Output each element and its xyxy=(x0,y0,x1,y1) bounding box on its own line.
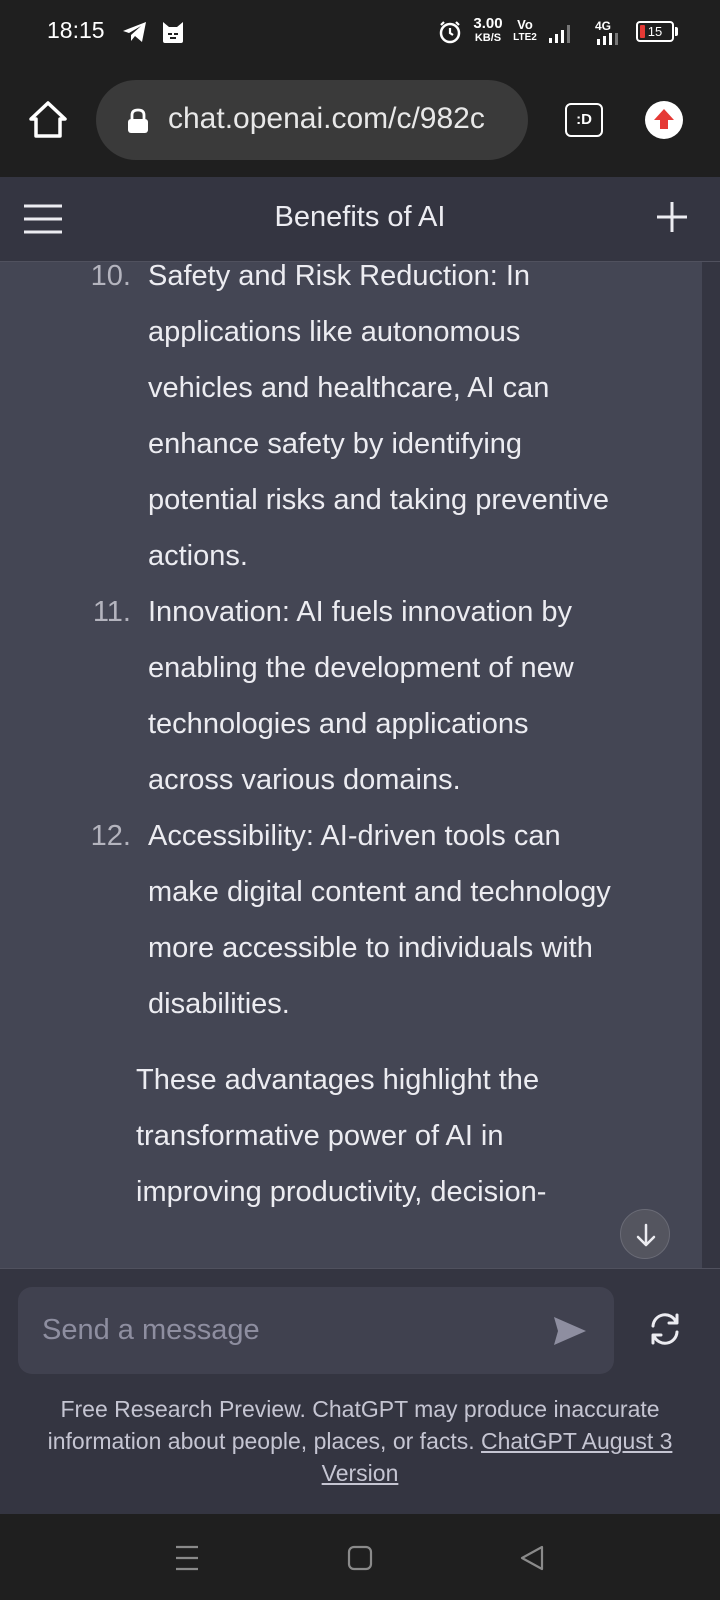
scroll-down-button[interactable] xyxy=(620,1209,670,1259)
home-button[interactable] xyxy=(26,98,70,142)
text-line: disabilities. xyxy=(148,988,290,1020)
volte-bottom: LTE2 xyxy=(513,32,537,43)
back-triangle-icon xyxy=(520,1545,544,1571)
text-line: vehicles and healthcare, AI can xyxy=(148,372,550,404)
page-title: Benefits of AI xyxy=(274,201,446,233)
alarm-icon xyxy=(438,20,462,49)
summary-paragraph: These advantages highlight the transform… xyxy=(136,1052,626,1220)
list-number: 12. xyxy=(90,820,131,852)
url-text: chat.openai.com/c/982c xyxy=(168,102,485,135)
send-icon xyxy=(554,1317,586,1345)
text-line: make digital content and technology xyxy=(148,876,611,908)
text-line: more accessible to individuals with xyxy=(148,932,593,964)
text-line: Safety and Risk Reduction: In xyxy=(148,262,531,292)
message-box xyxy=(18,1287,614,1374)
text-line: Accessibility: AI-driven tools can xyxy=(148,820,561,852)
text-line: Innovation: AI fuels innovation by xyxy=(148,596,573,628)
update-button[interactable] xyxy=(645,101,683,139)
extension-button[interactable]: :D xyxy=(565,103,603,137)
battery-icon: 15 xyxy=(636,21,674,42)
recents-icon xyxy=(176,1545,198,1571)
arrow-down-icon xyxy=(636,1223,656,1247)
text-line: across various domains. xyxy=(148,764,461,796)
chat-header: Benefits of AI xyxy=(0,177,720,262)
chat-message-area[interactable]: 10. Safety and Risk Reduction: In applic… xyxy=(0,262,720,1268)
address-bar[interactable]: chat.openai.com/c/982c xyxy=(96,80,528,160)
scrollbar[interactable] xyxy=(702,262,720,1268)
composer: Free Research Preview. ChatGPT may produ… xyxy=(0,1268,720,1514)
disclaimer: Free Research Preview. ChatGPT may produ… xyxy=(20,1393,700,1489)
text-line: applications like autonomous xyxy=(148,316,521,348)
text-line: These advantages highlight the xyxy=(136,1064,540,1096)
cat-app-icon xyxy=(160,19,186,50)
battery-tip xyxy=(675,27,678,36)
message-input[interactable] xyxy=(42,1307,522,1353)
text-line: transformative power of AI in xyxy=(136,1120,504,1152)
net-speed-value: 3.00 xyxy=(473,15,503,32)
text-line: technologies and applications xyxy=(148,708,529,740)
net-speed-unit: KB/S xyxy=(474,32,502,44)
new-chat-button[interactable] xyxy=(654,199,690,235)
status-bar: 18:15 3.00 KB/S Vo LTE2 4G 15 xyxy=(0,0,720,64)
status-time: 18:15 xyxy=(47,17,105,43)
text-line: actions. xyxy=(148,540,248,572)
list-text: Accessibility: AI-driven tools can make … xyxy=(148,808,678,1032)
plus-icon xyxy=(657,202,687,232)
home-icon xyxy=(29,101,67,138)
telegram-icon xyxy=(122,20,148,49)
recents-button[interactable] xyxy=(167,1538,207,1578)
text-line: enabling the development of new xyxy=(148,652,574,684)
system-nav-bar xyxy=(0,1514,720,1600)
square-home-icon xyxy=(347,1545,373,1571)
browser-toolbar: chat.openai.com/c/982c :D xyxy=(0,64,720,177)
battery-level: 15 xyxy=(647,24,663,39)
text-line: potential risks and taking preventive xyxy=(148,484,610,516)
list-text: Innovation: AI fuels innovation by enabl… xyxy=(148,584,678,808)
volte-top: Vo xyxy=(517,17,533,32)
update-arrow-icon xyxy=(654,109,674,129)
regenerate-button[interactable] xyxy=(645,1309,685,1349)
send-button[interactable] xyxy=(550,1311,590,1351)
signal-icon xyxy=(548,22,578,49)
refresh-icon xyxy=(651,1313,679,1345)
text-line: improving productivity, decision- xyxy=(136,1176,547,1208)
text-line: enhance safety by identifying xyxy=(148,428,523,460)
network-type: 4G xyxy=(594,19,611,33)
back-button[interactable] xyxy=(512,1538,552,1578)
signal-icon xyxy=(596,32,622,50)
lock-icon xyxy=(126,108,150,134)
home-nav-button[interactable] xyxy=(340,1538,380,1578)
list-text: Safety and Risk Reduction: In applicatio… xyxy=(148,262,678,584)
list-number: 10. xyxy=(90,262,131,292)
list-number: 11. xyxy=(92,596,131,628)
